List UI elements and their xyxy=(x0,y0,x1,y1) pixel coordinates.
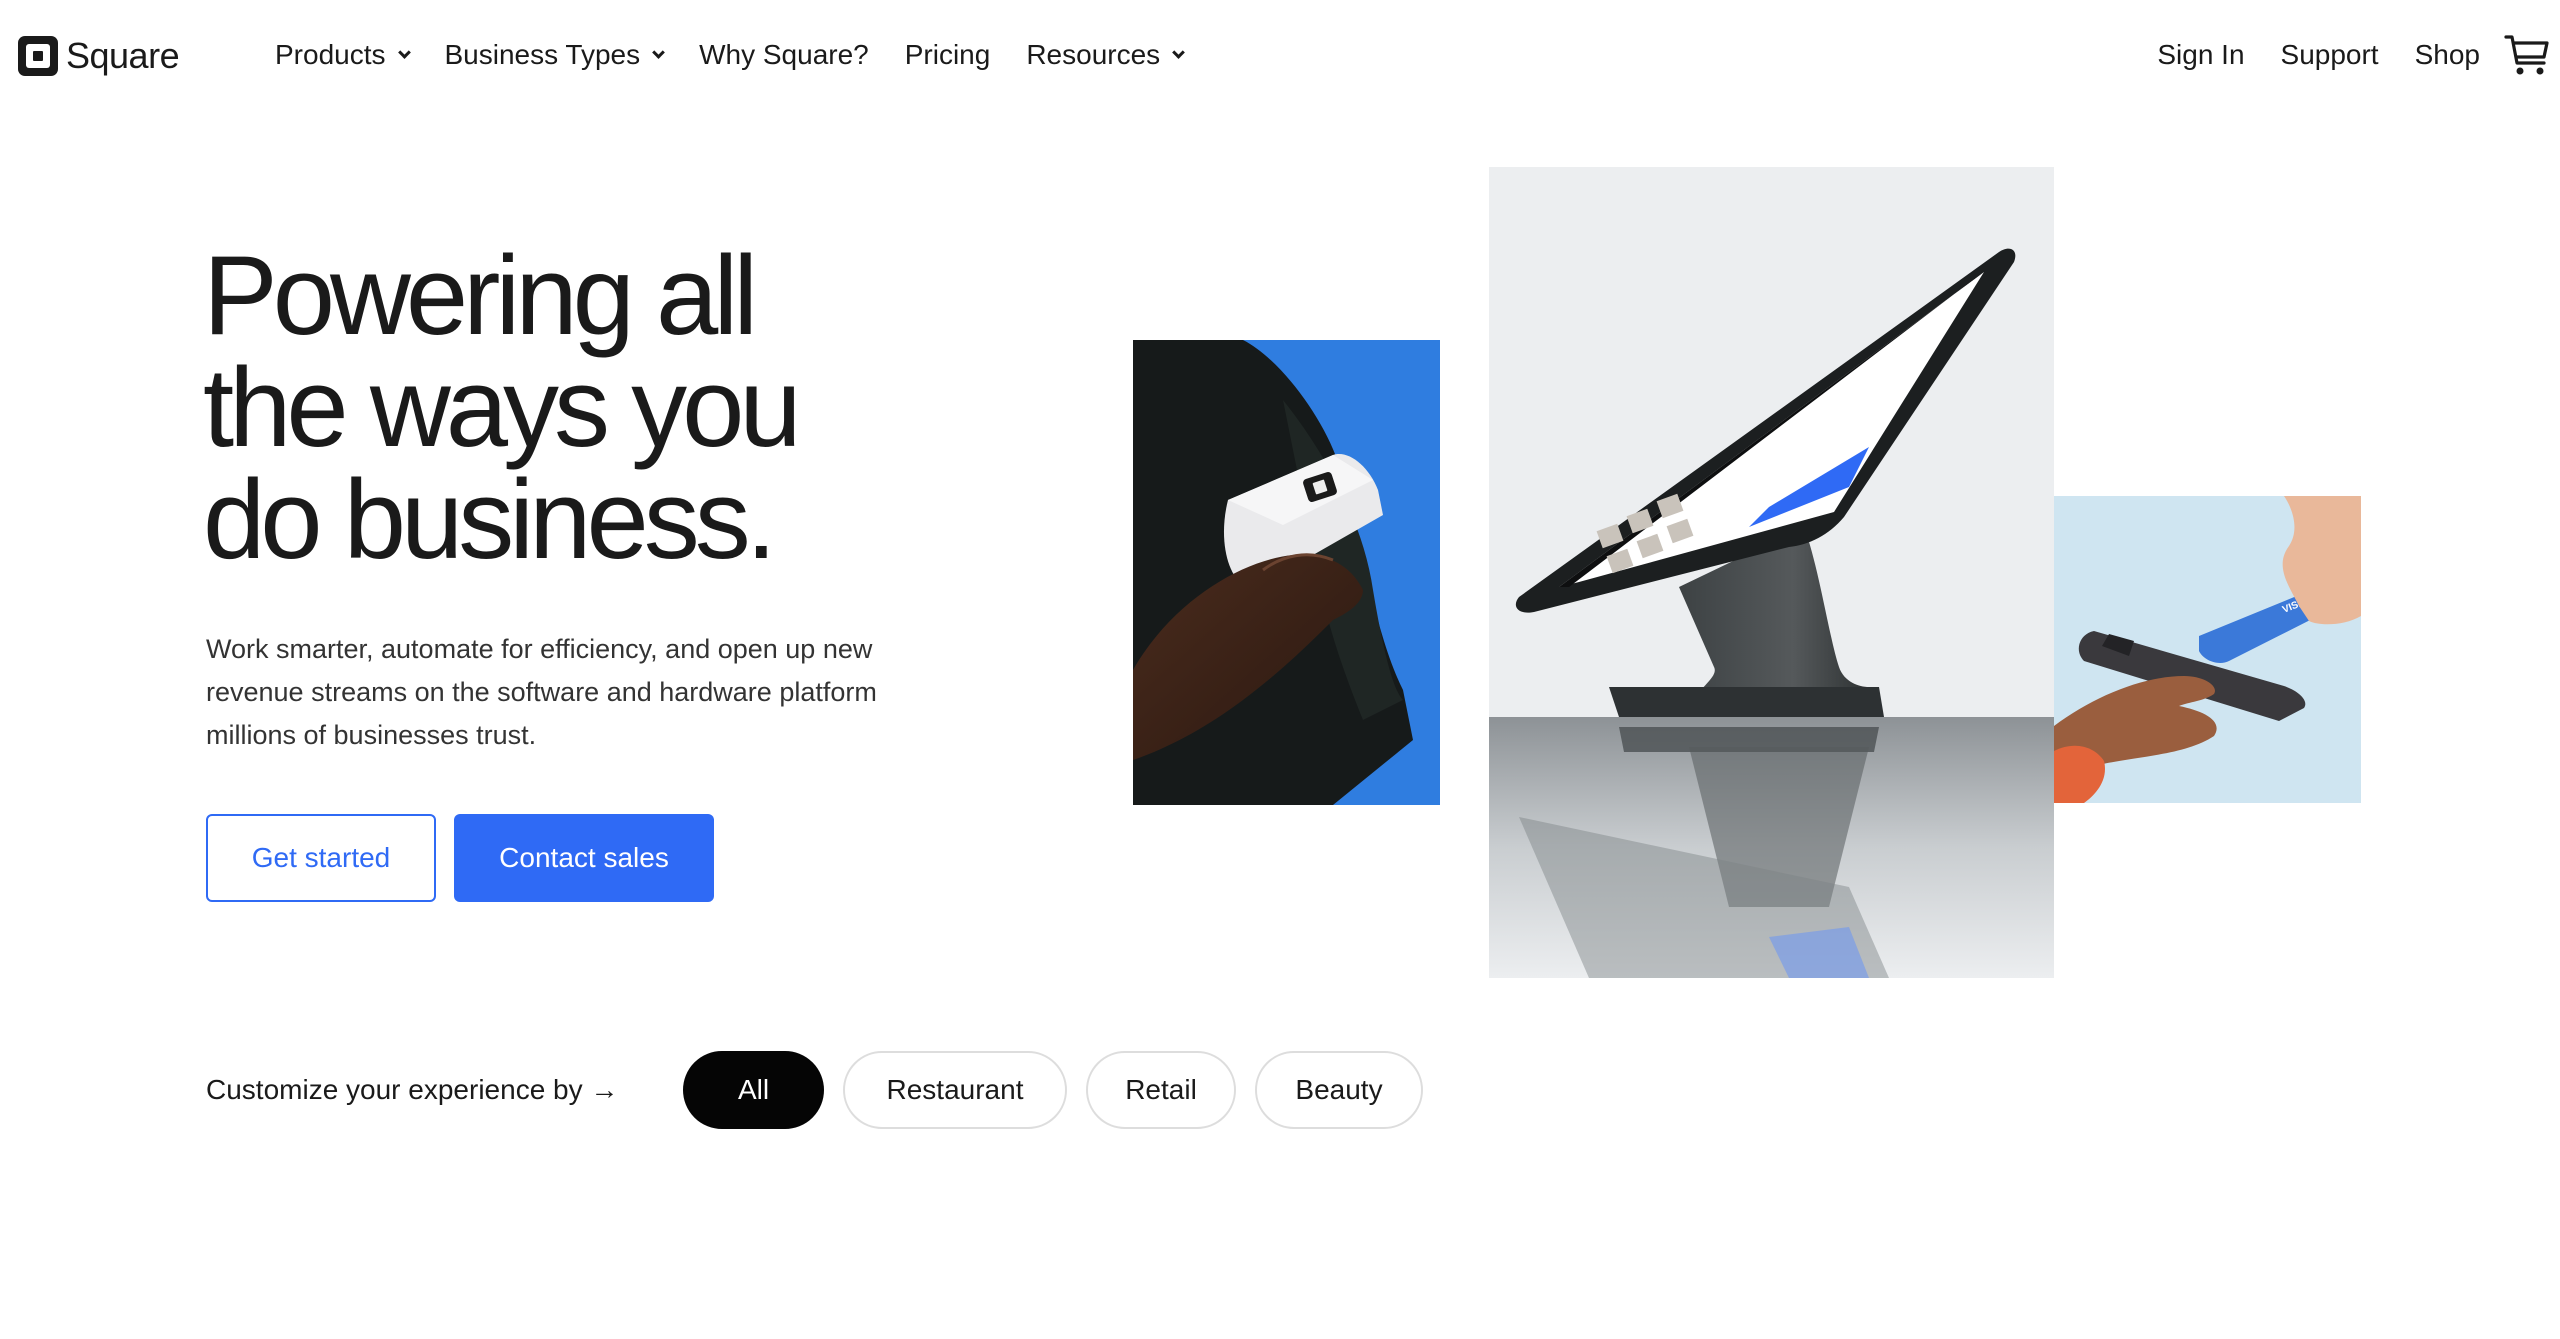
account-nav: Sign In Support Shop xyxy=(2121,34,2480,76)
logo-text: Square xyxy=(66,35,180,76)
filter-chip-beauty[interactable]: Beauty xyxy=(1255,1051,1423,1129)
nav-business-types[interactable]: Business Types xyxy=(444,39,665,71)
card-reader-image xyxy=(1133,340,1440,805)
shopping-cart-icon[interactable] xyxy=(2504,33,2550,77)
nav-why-square-label: Why Square? xyxy=(699,39,869,70)
chevron-down-icon xyxy=(652,45,665,59)
sign-in-link[interactable]: Sign In xyxy=(2157,39,2244,71)
support-link[interactable]: Support xyxy=(2281,39,2379,71)
contact-sales-button[interactable]: Contact sales xyxy=(454,814,714,902)
nav-products[interactable]: Products xyxy=(275,39,411,71)
nav-pricing[interactable]: Pricing xyxy=(905,39,991,71)
hero-heading-line: Powering all xyxy=(203,233,758,358)
nav-products-label: Products xyxy=(275,39,386,70)
nav-resources[interactable]: Resources xyxy=(1026,39,1186,71)
pos-register-image xyxy=(1489,167,2054,978)
filter-chip-all[interactable]: All xyxy=(683,1051,824,1129)
hero-subtitle: Work smarter, automate for efficiency, a… xyxy=(206,634,877,750)
filter-chip-restaurant[interactable]: Restaurant xyxy=(843,1051,1067,1129)
shop-link[interactable]: Shop xyxy=(2415,39,2480,71)
filter-chip-retail[interactable]: Retail xyxy=(1086,1051,1236,1129)
square-logo-icon xyxy=(18,36,58,76)
nav-resources-label: Resources xyxy=(1026,39,1161,70)
square-logo[interactable]: Square xyxy=(18,35,180,77)
hero-heading-line: do business. xyxy=(203,457,777,582)
chevron-down-icon xyxy=(397,45,411,59)
get-started-button[interactable]: Get started xyxy=(206,814,436,902)
chevron-down-icon xyxy=(1172,45,1186,59)
main-nav: Products Business Types Why Square? Pric… xyxy=(275,34,1219,76)
tap-to-pay-image: VISA xyxy=(2054,496,2361,803)
nav-pricing-label: Pricing xyxy=(904,39,991,70)
site-header: Square Products Business Types Why Squar… xyxy=(0,0,2560,110)
business-type-filter: All Restaurant Retail Beauty xyxy=(683,1051,1442,1129)
nav-why-square[interactable]: Why Square? xyxy=(699,39,869,71)
hero-heading-line: the ways you xyxy=(203,345,802,470)
nav-business-types-label: Business Types xyxy=(444,39,641,70)
customize-label: Customize your experience by → xyxy=(206,1074,619,1105)
hero-heading: Powering all the ways you do business. xyxy=(203,233,802,582)
